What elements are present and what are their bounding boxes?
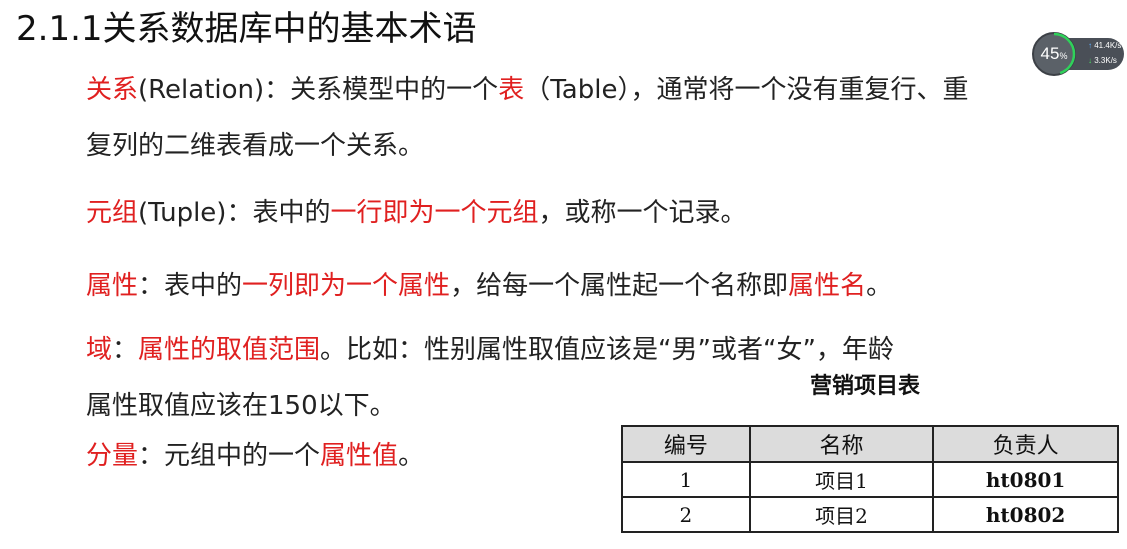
table-row: 2 项目2 ht0802 <box>621 496 1119 533</box>
domain-line-1: 域：属性的取值范围。比如：性别属性取值应该是“男”或者“女”，年龄 <box>86 335 894 365</box>
cell-name: 项目1 <box>748 461 935 498</box>
relation-highlight: 表 <box>498 75 525 105</box>
header-id: 编号 <box>621 425 751 463</box>
table-header-row: 编号 名称 负责人 <box>621 425 1119 463</box>
relation-line-2: 复列的二维表看成一个关系。 <box>86 131 425 161</box>
attribute-highlight: 一列即为一个属性 <box>242 271 451 301</box>
relation-term: 关系 <box>86 75 139 105</box>
attribute-definition: 属性：表中的一列即为一个属性，给每一个属性起一个名称即属性名。 <box>86 271 893 301</box>
cell-owner: ht0802 <box>932 496 1119 533</box>
cell-owner: ht0801 <box>932 461 1119 498</box>
network-speed-widget[interactable]: 45% ↑ 41.4K/s ↓ 3.3K/s <box>1032 32 1126 76</box>
download-arrow-icon: ↓ <box>1088 56 1092 65</box>
attribute-term: 属性 <box>86 271 139 301</box>
header-owner: 负责人 <box>932 425 1119 463</box>
component-highlight: 属性值 <box>320 441 399 471</box>
header-name: 名称 <box>748 425 935 463</box>
tuple-highlight: 一行即为一个元组 <box>330 198 539 228</box>
cell-id: 1 <box>621 461 751 498</box>
upload-speed: ↑ 41.4K/s <box>1088 41 1122 50</box>
cell-name: 项目2 <box>748 496 935 533</box>
relation-line-1: 关系(Relation)：关系模型中的一个表（Table），通常将一个没有重复行… <box>86 75 969 105</box>
tuple-definition: 元组(Tuple)：表中的一行即为一个元组，或称一个记录。 <box>86 198 747 228</box>
cell-id: 2 <box>621 496 751 533</box>
tuple-term: 元组 <box>86 198 139 228</box>
domain-highlight: 属性的取值范围 <box>138 335 321 365</box>
relation-definition: 关系(Relation)：关系模型中的一个表（Table），通常将一个没有重复行… <box>86 62 968 174</box>
domain-definition: 域：属性的取值范围。比如：性别属性取值应该是“男”或者“女”，年龄 属性取值应该… <box>86 322 894 434</box>
upload-arrow-icon: ↑ <box>1088 41 1092 50</box>
table-row: 1 项目1 ht0801 <box>621 461 1119 498</box>
component-definition: 分量：元组中的一个属性值。 <box>86 441 425 471</box>
tuple-term-en: (Tuple)： <box>138 198 253 228</box>
table-caption: 营销项目表 <box>809 374 920 399</box>
attribute-name-highlight: 属性名 <box>788 271 867 301</box>
usage-arc-icon <box>1032 32 1076 76</box>
domain-term: 域 <box>86 335 113 365</box>
page-title: 2.1.1关系数据库中的基本术语 <box>16 9 477 49</box>
download-speed: ↓ 3.3K/s <box>1088 56 1117 65</box>
component-term: 分量 <box>86 441 139 471</box>
relation-term-en: (Relation)： <box>138 75 291 105</box>
marketing-projects-table: 编号 名称 负责人 1 项目1 ht0801 2 项目2 ht0802 <box>621 425 1119 533</box>
